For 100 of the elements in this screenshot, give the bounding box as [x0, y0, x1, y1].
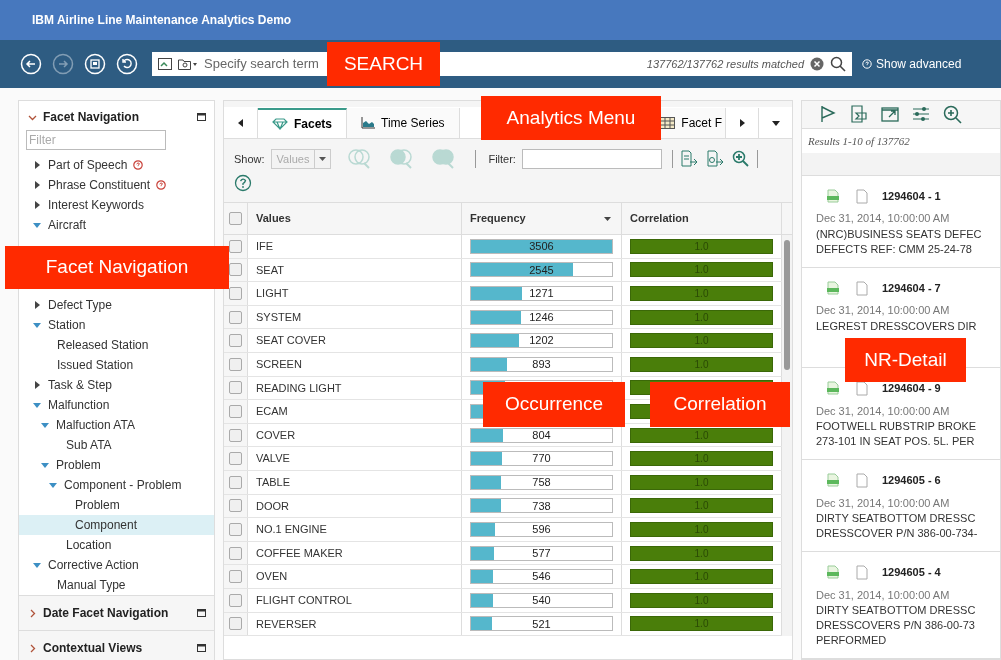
result-card[interactable]: 1294605 - 4 Dec 31, 2014, 10:00:00 AM DIRTY SEATBOTTOM DRESSC DRESSCOVERS P/N 386-00-73 PERFORMED: [802, 552, 1000, 659]
document-icon[interactable]: [856, 188, 868, 204]
checkbox[interactable]: [229, 381, 242, 395]
show-advanced-link[interactable]: Show advanced: [862, 55, 962, 73]
result-id[interactable]: 1294605 - 4: [882, 564, 941, 581]
document-icon[interactable]: [856, 280, 868, 296]
expanded-triangle-icon[interactable]: [33, 321, 41, 329]
tree-item[interactable]: Malfuction ATA: [19, 415, 214, 435]
chevron-icon[interactable]: [28, 608, 37, 618]
tree-item[interactable]: Interest Keywords: [19, 195, 214, 215]
document-export-icon[interactable]: [849, 104, 869, 125]
tree-item[interactable]: Aircraft: [19, 215, 214, 235]
checkbox[interactable]: [229, 570, 242, 584]
collapsed-triangle-icon[interactable]: [33, 161, 41, 169]
checkbox[interactable]: [229, 428, 242, 442]
minimize-icon[interactable]: [197, 644, 206, 652]
csv-file-icon[interactable]: [826, 473, 840, 488]
collapsed-triangle-icon[interactable]: [33, 201, 41, 209]
checkbox[interactable]: [229, 617, 242, 631]
collapsed-triangle-icon[interactable]: [33, 301, 41, 309]
section-header[interactable]: Contextual Views: [19, 631, 214, 660]
help-icon[interactable]: [133, 160, 144, 170]
tree-item[interactable]: Problem: [19, 455, 214, 475]
collapsed-triangle-icon[interactable]: [33, 181, 41, 189]
csv-file-icon[interactable]: [826, 565, 840, 580]
checkbox[interactable]: [229, 404, 242, 418]
checkbox[interactable]: [229, 357, 242, 371]
folder-search-icon[interactable]: [178, 58, 198, 70]
tree-item[interactable]: Released Station: [19, 335, 214, 355]
tree-item[interactable]: Station: [19, 315, 214, 335]
checkbox[interactable]: [229, 499, 242, 513]
section-header[interactable]: Facet Navigation: [19, 104, 214, 130]
flag-icon[interactable]: [818, 104, 838, 125]
expanded-triangle-icon[interactable]: [33, 561, 41, 569]
checkbox[interactable]: [229, 452, 242, 466]
csv-file-icon[interactable]: [826, 381, 840, 396]
checkbox[interactable]: [229, 212, 242, 225]
tree-item[interactable]: Problem: [19, 495, 214, 515]
collapsed-triangle-icon[interactable]: [33, 381, 41, 389]
search-icon[interactable]: [830, 56, 846, 72]
result-card[interactable]: 1294605 - 6 Dec 31, 2014, 10:00:00 AM DIRTY SEATBOTTOM DRESSC DRESSCOVER P/N 386-00-734-: [802, 460, 1000, 552]
zoom-in-icon[interactable]: [730, 149, 751, 169]
checkbox[interactable]: [229, 475, 242, 489]
checkbox[interactable]: [229, 239, 242, 253]
open-window-icon[interactable]: [880, 104, 900, 125]
csv-file-icon[interactable]: [826, 189, 840, 204]
tree-item[interactable]: Location: [19, 535, 214, 555]
help-icon[interactable]: [234, 174, 252, 192]
chevron-icon[interactable]: [28, 643, 37, 653]
tab[interactable]: Time Series: [347, 108, 460, 138]
tree-item[interactable]: Manual Type: [19, 575, 214, 595]
document-icon[interactable]: [856, 472, 868, 488]
minimize-icon[interactable]: [197, 113, 206, 121]
result-id[interactable]: 1294605 - 6: [882, 472, 941, 489]
section-header[interactable]: Date Facet Navigation: [19, 596, 214, 630]
column-header[interactable]: Values: [248, 203, 462, 234]
result-card[interactable]: 1294604 - 1 Dec 31, 2014, 10:00:00 AM (NRC)BUSINESS SEATS DEFEC DEFECTS REF: CMM 25-24-78: [802, 175, 1000, 268]
tree-item[interactable]: Phrase Constituent: [19, 175, 214, 195]
checkbox[interactable]: [229, 334, 242, 348]
tree-item[interactable]: Defect Type: [19, 295, 214, 315]
result-id[interactable]: 1294604 - 1: [882, 187, 941, 205]
save-icon[interactable]: [84, 53, 106, 75]
checkbox[interactable]: [229, 546, 242, 560]
clear-icon[interactable]: [810, 57, 824, 71]
scrollbar[interactable]: [782, 235, 792, 637]
checkbox[interactable]: [229, 263, 242, 277]
tab[interactable]: Facets: [258, 108, 348, 138]
checkbox[interactable]: [229, 310, 242, 324]
tree-item[interactable]: Sub ATA: [19, 435, 214, 455]
document-icon[interactable]: [856, 564, 868, 580]
checkbox[interactable]: [229, 522, 242, 536]
tree-item[interactable]: Part of Speech: [19, 155, 214, 175]
tree-item[interactable]: Component - Problem: [19, 475, 214, 495]
tree-item[interactable]: Component: [19, 515, 214, 535]
column-header[interactable]: Correlation: [622, 203, 782, 234]
tree-item[interactable]: Issued Station: [19, 355, 214, 375]
tree-item[interactable]: Malfunction: [19, 395, 214, 415]
tree-item[interactable]: Task & Step: [19, 375, 214, 395]
result-id[interactable]: 1294604 - 9: [882, 380, 941, 397]
zoom-in-icon[interactable]: [942, 104, 962, 125]
expanded-triangle-icon[interactable]: [41, 461, 49, 469]
filter-field[interactable]: Filter: [26, 130, 166, 150]
back-icon[interactable]: [20, 53, 42, 75]
checkbox[interactable]: [229, 287, 242, 300]
export-icon[interactable]: [678, 149, 699, 169]
minimize-icon[interactable]: [197, 609, 206, 617]
refresh-icon[interactable]: [116, 53, 138, 75]
export-icon[interactable]: [704, 149, 725, 169]
expanded-triangle-icon[interactable]: [49, 481, 57, 489]
document-icon[interactable]: [856, 380, 868, 396]
help-icon[interactable]: [156, 180, 167, 190]
tree-item[interactable]: Corrective Action: [19, 555, 214, 575]
csv-file-icon[interactable]: [826, 281, 840, 296]
result-id[interactable]: 1294604 - 7: [882, 279, 941, 297]
expanded-triangle-icon[interactable]: [33, 401, 41, 409]
expanded-triangle-icon[interactable]: [41, 421, 49, 429]
column-header[interactable]: Frequency: [462, 203, 622, 234]
checkbox[interactable]: [229, 593, 242, 607]
expanded-triangle-icon[interactable]: [33, 221, 41, 229]
filter-field[interactable]: [521, 149, 662, 169]
